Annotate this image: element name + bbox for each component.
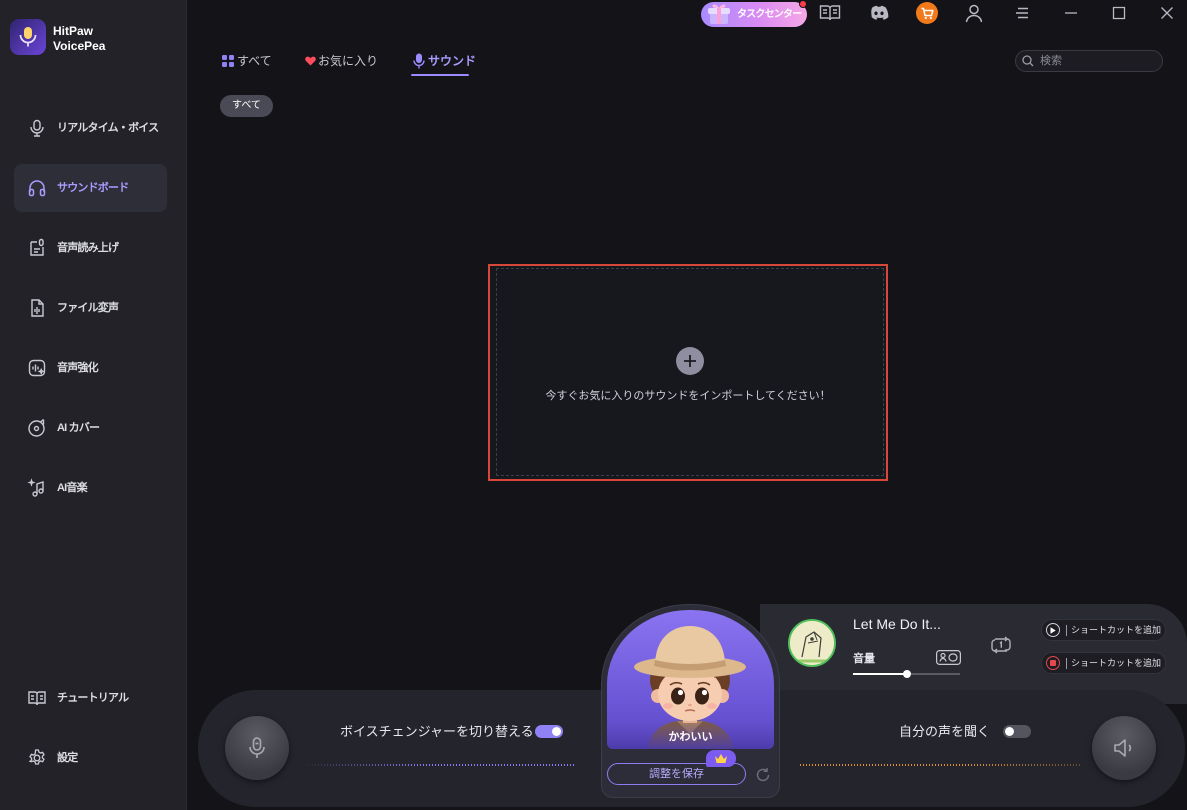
microphone-icon <box>27 118 47 138</box>
sidebar-item-settings[interactable]: 設定 <box>14 734 167 782</box>
app-name-line1: HitPaw <box>53 24 94 38</box>
sidebar: HitPaw VoicePea リアルタイム・ボイス サウンドボード 音声読み上… <box>0 0 187 810</box>
sidebar-item-soundboard[interactable]: サウンドボード <box>14 164 167 212</box>
heart-icon <box>305 56 316 66</box>
sidebar-item-ai-music[interactable]: AI音楽 <box>14 464 167 512</box>
voice-changer-label: ボイスチェンジャーを切り替える <box>340 724 534 739</box>
volume-slider[interactable] <box>853 670 960 678</box>
cart-icon[interactable] <box>916 2 938 24</box>
grid-icon <box>222 55 234 67</box>
sidebar-item-text-to-speech[interactable]: 音声読み上げ <box>14 224 167 272</box>
voice-avatar-card[interactable]: かわいい 調整を保存 <box>601 604 780 798</box>
search-icon <box>1022 55 1034 67</box>
speaker-icon <box>1114 739 1132 757</box>
album-art <box>788 619 836 667</box>
microphone-icon <box>413 53 425 69</box>
music-note-icon <box>27 478 47 498</box>
import-dropzone[interactable]: 今すぐお気に入りのサウンドをインポートしてください！ <box>488 264 888 481</box>
sidebar-item-label: 音声強化 <box>57 362 99 374</box>
app-name-line2: VoicePea <box>53 39 106 53</box>
user-icon[interactable] <box>963 2 985 24</box>
book-icon[interactable] <box>819 2 841 24</box>
menu-icon[interactable] <box>1011 2 1033 24</box>
task-center-button[interactable]: タスクセンター <box>701 0 807 27</box>
book-icon <box>27 688 47 708</box>
shortcut-label: ショートカットを追加 <box>1071 658 1162 668</box>
active-tab-indicator <box>411 74 469 76</box>
toggle-knob <box>1005 727 1014 736</box>
microphone-icon <box>249 737 265 758</box>
tab-all[interactable]: すべて <box>220 50 272 72</box>
dropzone-message: 今すぐお気に入りのサウンドをインポートしてください！ <box>545 390 831 402</box>
sidebar-item-label: サウンドボード <box>57 182 129 194</box>
audio-file-icon <box>27 298 47 318</box>
listen-self-label: 自分の声を聞く <box>899 724 991 739</box>
sidebar-item-label: ファイル変声 <box>57 302 119 314</box>
close-icon[interactable] <box>1156 2 1178 24</box>
repeat-one-icon[interactable] <box>990 636 1012 654</box>
avatar-image: かわいい <box>607 610 774 749</box>
notification-dot <box>799 0 807 8</box>
sidebar-item-ai-cover[interactable]: AI カバー <box>14 404 167 452</box>
sidebar-item-tutorial[interactable]: チュートリアル <box>14 674 167 722</box>
voice-enhance-icon <box>27 358 47 378</box>
minimize-icon[interactable] <box>1060 2 1082 24</box>
refresh-icon[interactable] <box>755 767 771 783</box>
discord-icon[interactable] <box>868 2 890 24</box>
shortcut-label: ショートカットを追加 <box>1071 625 1162 635</box>
tab-label: サウンド <box>428 54 477 68</box>
sidebar-item-label: リアルタイム・ボイス <box>57 122 159 134</box>
sidebar-item-label: 音声読み上げ <box>57 242 119 254</box>
microphone-button[interactable] <box>225 716 289 780</box>
listen-self-toggle[interactable] <box>1003 725 1031 738</box>
sidebar-item-voice-enhance[interactable]: 音声強化 <box>14 344 167 392</box>
separator <box>1066 658 1067 669</box>
sidebar-item-label: AI カバー <box>57 422 100 434</box>
toggle-knob <box>552 727 561 736</box>
maximize-icon[interactable] <box>1108 2 1130 24</box>
plus-icon[interactable] <box>676 347 704 375</box>
shortcut-record-button[interactable]: ショートカットを追加 <box>1041 652 1166 674</box>
record-icon <box>1046 656 1060 670</box>
tab-label: お気に入り <box>318 54 379 68</box>
volume-slider-fill <box>853 673 907 675</box>
sidebar-item-file-voice-change[interactable]: ファイル変声 <box>14 284 167 332</box>
filter-chip-all[interactable]: すべて <box>220 95 273 117</box>
gift-icon <box>704 1 734 27</box>
tab-sounds[interactable]: サウンド <box>411 50 476 72</box>
listen-level-waveform <box>800 764 1082 766</box>
play-icon <box>1046 623 1060 637</box>
shortcut-play-button[interactable]: ショートカットを追加 <box>1041 619 1166 641</box>
gear-icon <box>27 748 47 768</box>
sidebar-item-label: AI音楽 <box>57 482 88 494</box>
sidebar-item-label: チュートリアル <box>57 692 129 704</box>
tab-label: すべて <box>237 54 272 68</box>
search-box[interactable] <box>1015 50 1163 72</box>
volume-slider-knob[interactable] <box>902 670 911 678</box>
voicepea-logo-icon <box>10 19 46 55</box>
vinyl-icon <box>27 418 47 438</box>
headphones-icon <box>27 178 47 198</box>
task-center-label: タスクセンター <box>737 9 802 20</box>
separator <box>1066 625 1067 636</box>
tab-favorites[interactable]: お気に入り <box>303 50 383 72</box>
sidebar-item-realtime-voice[interactable]: リアルタイム・ボイス <box>14 104 167 152</box>
avatar-name: かわいい <box>668 731 713 743</box>
text-to-speech-icon <box>27 238 47 258</box>
voice-effect-icon[interactable] <box>936 650 961 665</box>
voice-changer-toggle[interactable] <box>535 725 563 738</box>
now-playing-title: Let Me Do It... <box>853 616 941 632</box>
volume-label: 音量 <box>853 653 875 665</box>
voice-level-waveform <box>297 764 575 766</box>
search-input[interactable] <box>1040 51 1158 71</box>
sidebar-item-label: 設定 <box>57 752 78 764</box>
crown-icon <box>706 750 736 767</box>
speaker-button[interactable] <box>1092 716 1156 780</box>
